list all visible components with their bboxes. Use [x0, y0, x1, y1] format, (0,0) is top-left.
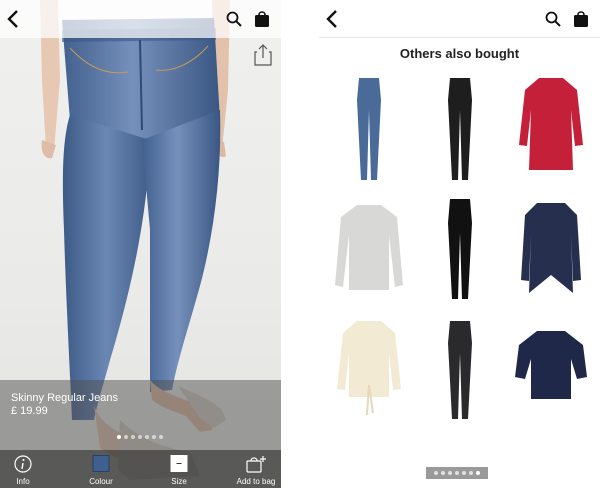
product-thumbnail-navy-cardigan[interactable]	[511, 195, 591, 305]
product-thumbnail-denim-jeans[interactable]	[329, 70, 409, 180]
screen-gap	[281, 0, 319, 488]
page-dot[interactable]	[131, 435, 135, 439]
shopping-bag-icon	[574, 11, 588, 27]
top-bar	[0, 0, 281, 38]
page-dot[interactable]	[434, 471, 438, 475]
blouse-image	[337, 321, 401, 416]
colour-tab[interactable]: Colour	[71, 450, 131, 488]
product-thumbnail-black-trousers[interactable]	[420, 195, 500, 305]
jeans-image	[357, 78, 381, 180]
add-to-bag-label: Add to bag	[236, 477, 276, 486]
product-thumbnail-black-jeans[interactable]	[420, 70, 500, 180]
page-dot[interactable]	[124, 435, 128, 439]
page-dot[interactable]	[455, 471, 459, 475]
info-icon	[14, 455, 32, 473]
product-price: £ 19.99	[11, 405, 48, 417]
grid-pagination-dots[interactable]	[426, 467, 488, 479]
product-thumbnail-red-blouse[interactable]	[511, 70, 591, 180]
product-thumbnail-navy-top[interactable]	[511, 315, 591, 425]
search-icon	[545, 11, 561, 27]
back-button[interactable]	[2, 8, 24, 30]
colour-swatch	[92, 455, 110, 472]
share-button[interactable]	[253, 44, 273, 66]
search-icon	[226, 11, 242, 27]
size-box-icon	[170, 455, 188, 472]
page-dot[interactable]	[152, 435, 156, 439]
trousers-image	[448, 199, 472, 299]
back-button[interactable]	[321, 8, 343, 30]
size-tab-label: Size	[171, 477, 187, 486]
page-dot[interactable]	[476, 471, 480, 475]
product-action-bar: Info Colour Size Add to bag	[0, 450, 281, 488]
cardigan-image	[521, 203, 581, 293]
share-icon	[254, 44, 272, 66]
page-dot[interactable]	[469, 471, 473, 475]
top-bar	[319, 0, 600, 38]
blouse-image	[519, 78, 583, 170]
page-dot[interactable]	[145, 435, 149, 439]
product-thumbnail-cream-blouse[interactable]	[329, 315, 409, 425]
shopping-bag-icon	[255, 11, 269, 27]
page-dot[interactable]	[159, 435, 163, 439]
product-name: Skinny Regular Jeans	[11, 392, 119, 404]
recommendations-screen: Others also bought	[319, 0, 600, 488]
size-tab[interactable]: Size	[149, 450, 209, 488]
top-image	[515, 331, 587, 399]
page-dot[interactable]	[448, 471, 452, 475]
shopping-bag-button[interactable]	[251, 8, 273, 30]
jeans-image	[448, 78, 472, 180]
product-thumbnail-black-jeans-2[interactable]	[420, 315, 500, 425]
image-pagination-dots[interactable]	[117, 435, 163, 439]
chevron-left-icon	[326, 10, 337, 28]
colour-tab-label: Colour	[89, 477, 113, 486]
page-dot[interactable]	[441, 471, 445, 475]
product-detail-screen: Skinny Regular Jeans £ 19.99 Info Colour	[0, 0, 281, 488]
jeans-image	[448, 321, 472, 419]
add-to-bag-tab[interactable]: Add to bag	[226, 450, 281, 488]
add-to-bag-icon	[246, 456, 266, 473]
chevron-left-icon	[7, 10, 18, 28]
search-button[interactable]	[542, 8, 564, 30]
info-tab-label: Info	[16, 477, 30, 486]
section-title: Others also bought	[399, 46, 520, 61]
search-button[interactable]	[223, 8, 245, 30]
page-dot[interactable]	[462, 471, 466, 475]
shopping-bag-button[interactable]	[570, 8, 592, 30]
info-tab[interactable]: Info	[0, 450, 53, 488]
sweater-image	[335, 205, 403, 290]
page-dot[interactable]	[117, 435, 121, 439]
product-thumbnail-grey-sweater[interactable]	[329, 195, 409, 305]
page-dot[interactable]	[138, 435, 142, 439]
